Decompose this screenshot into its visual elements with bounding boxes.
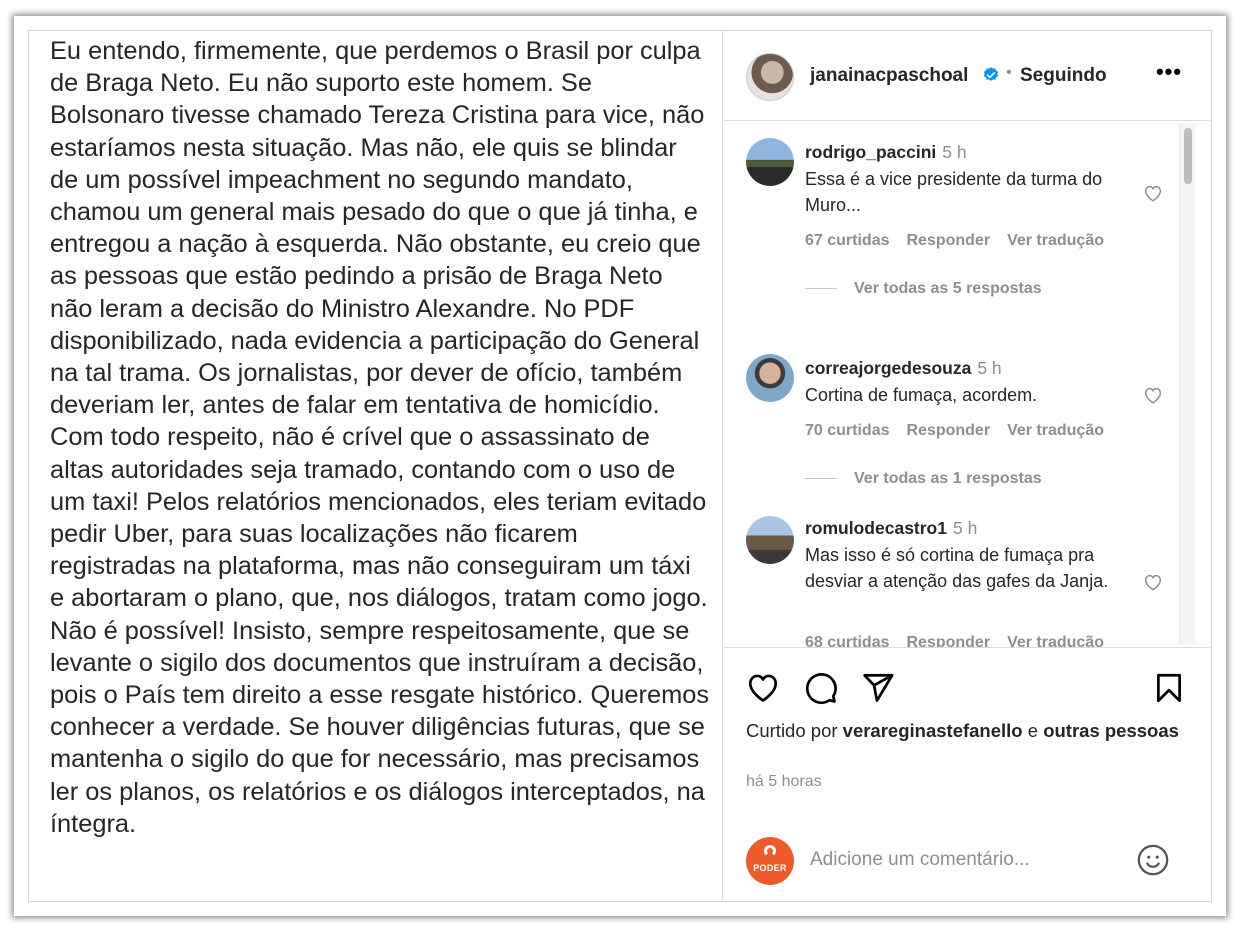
more-options-icon[interactable]: ••• xyxy=(1152,55,1186,89)
like-comment-heart-icon[interactable] xyxy=(1142,182,1164,204)
comment-text: Cortina de fumaça, acordem. xyxy=(805,385,1038,405)
replies-divider xyxy=(805,478,837,480)
replies-divider xyxy=(805,288,837,290)
translate-button[interactable]: Ver tradução xyxy=(1007,634,1104,647)
comment-time: 5 h xyxy=(942,142,967,162)
post-window: Eu entendo, firmemente, que perdemos o B… xyxy=(14,16,1226,916)
view-replies-label[interactable]: Ver todas as 1 respostas xyxy=(854,470,1042,487)
commenter-avatar[interactable] xyxy=(746,138,794,186)
author-username[interactable]: janainacpaschoal xyxy=(810,65,968,87)
post-actions xyxy=(724,649,1211,719)
reply-button[interactable]: Responder xyxy=(906,232,990,249)
comments-list: rodrigo_paccini 5 h Essa é a vice preside… xyxy=(724,122,1211,648)
comment-bubble-icon[interactable] xyxy=(804,671,838,705)
share-send-icon[interactable] xyxy=(861,671,895,705)
following-button[interactable]: Seguindo xyxy=(1020,65,1107,87)
liked-by-conj: e xyxy=(1027,720,1039,741)
comment-username[interactable]: correajorgedesouza 5 h xyxy=(805,358,1002,379)
post-header: janainacpaschoal • Seguindo ••• xyxy=(724,31,1211,121)
comment-input[interactable] xyxy=(810,849,1110,871)
post-container: Eu entendo, firmemente, que perdemos o B… xyxy=(28,30,1212,902)
verified-badge-icon xyxy=(983,67,999,81)
translate-button[interactable]: Ver tradução xyxy=(1007,422,1104,439)
comments-pane: janainacpaschoal • Seguindo ••• rodrigo_… xyxy=(724,31,1211,901)
header-separator: • xyxy=(1006,64,1012,81)
current-user-avatar: PODER xyxy=(746,837,794,885)
comment-username-text[interactable]: romulodecastro1 xyxy=(805,518,947,538)
comment-username-text[interactable]: rodrigo_paccini xyxy=(805,142,936,162)
like-heart-icon[interactable] xyxy=(746,671,780,705)
comment-username[interactable]: romulodecastro1 5 h xyxy=(805,518,977,539)
poder-logo-label: PODER xyxy=(753,863,787,873)
comment-username-text[interactable]: correajorgedesouza xyxy=(805,358,971,378)
comment-likes[interactable]: 70 curtidas xyxy=(805,422,889,439)
comment-likes[interactable]: 68 curtidas xyxy=(805,634,889,647)
comment-time: 5 h xyxy=(977,358,1002,378)
caption-pane: Eu entendo, firmemente, que perdemos o B… xyxy=(29,31,723,901)
liked-by-others[interactable]: outras pessoas xyxy=(1043,720,1179,741)
add-comment-bar: PODER xyxy=(724,831,1211,901)
commenter-avatar[interactable] xyxy=(746,354,794,402)
comment-meta: 67 curtidas Responder Ver tradução xyxy=(805,232,1121,250)
comment-text: Mas isso é só cortina de fumaça pra desv… xyxy=(805,545,1109,591)
scrollbar-thumb[interactable] xyxy=(1184,128,1192,184)
translate-button[interactable]: Ver tradução xyxy=(1007,232,1104,249)
view-replies-label[interactable]: Ver todas as 5 respostas xyxy=(854,280,1042,297)
reply-button[interactable]: Responder xyxy=(906,422,990,439)
view-replies-button[interactable]: Ver todas as 5 respostas xyxy=(805,280,1042,298)
emoji-icon[interactable] xyxy=(1136,843,1170,877)
commenter-avatar[interactable] xyxy=(746,516,794,564)
poder-logo-mark xyxy=(764,845,776,857)
liked-by-text: Curtido por verareginastefanello e outra… xyxy=(746,717,1186,744)
comment-meta: 70 curtidas Responder Ver tradução xyxy=(805,422,1121,440)
comment-time: 5 h xyxy=(952,518,978,538)
post-timestamp[interactable]: há 5 horas xyxy=(746,773,822,791)
liked-by-user[interactable]: verareginastefanello xyxy=(843,720,1023,741)
reply-button[interactable]: Responder xyxy=(906,634,990,647)
liked-by-prefix: Curtido por xyxy=(746,720,838,741)
comment-meta: 68 curtidas Responder Ver tradução xyxy=(805,634,1121,647)
view-replies-button[interactable]: Ver todas as 1 respostas xyxy=(805,470,1042,488)
comments-scrollbar[interactable] xyxy=(1179,124,1195,644)
comment-likes[interactable]: 67 curtidas xyxy=(805,232,889,249)
comment-username[interactable]: rodrigo_paccini 5 h xyxy=(805,142,967,163)
like-comment-heart-icon[interactable] xyxy=(1142,384,1164,406)
like-comment-heart-icon[interactable] xyxy=(1142,571,1164,593)
save-bookmark-icon[interactable] xyxy=(1152,671,1186,705)
post-caption: Eu entendo, firmemente, que perdemos o B… xyxy=(50,37,722,838)
comment-text: Essa é a vice presidente da turma do Mur… xyxy=(805,169,1103,215)
author-avatar[interactable] xyxy=(746,53,794,101)
